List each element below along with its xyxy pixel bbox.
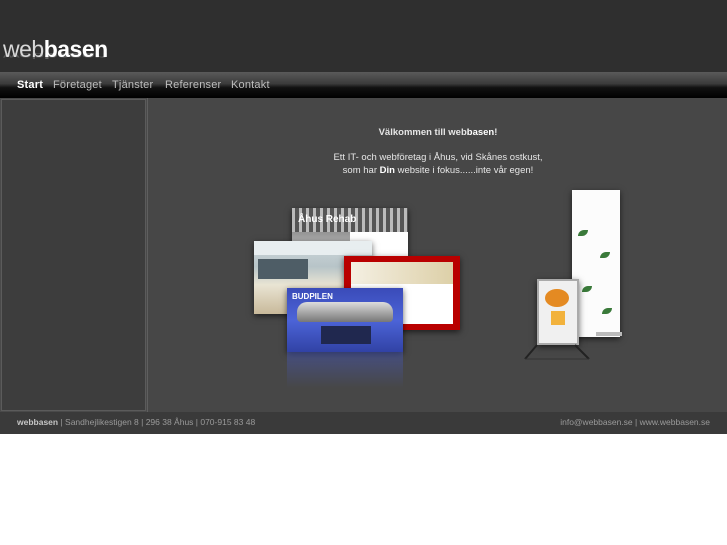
welcome-din: Din xyxy=(379,165,395,176)
screenshot-title-budpilen: BUDPILEN xyxy=(292,292,333,301)
rollup-banner xyxy=(572,190,620,337)
site-header: webbasen webbasen xyxy=(0,0,727,72)
screenshot-reflection xyxy=(287,352,403,388)
main-navigation: Start Företaget Tjänster Referenser Kont… xyxy=(0,72,727,98)
nav-item-tjanster[interactable]: Tjänster xyxy=(112,79,153,91)
screenshot-title-rehab: Åhus Rehab xyxy=(298,214,357,225)
site-footer: webbasen | Sandhejlikestigen 8 | 296 38 … xyxy=(0,412,727,434)
footer-contact: info@webbasen.se | www.webbasen.se xyxy=(560,417,710,427)
content-area: Välkommen till webbasen! Ett IT- och web… xyxy=(147,98,727,412)
banner-base xyxy=(596,332,622,336)
leaf-decoration xyxy=(602,308,612,314)
sign-stand xyxy=(537,279,579,345)
welcome-brand: basen xyxy=(466,127,495,138)
leaf-decoration xyxy=(600,252,610,258)
leaf-decoration xyxy=(582,286,592,292)
main-area: Välkommen till webbasen! Ett IT- och web… xyxy=(0,98,727,412)
footer-email-link[interactable]: info@webbasen.se xyxy=(560,417,632,427)
site-logo[interactable]: webbasen webbasen xyxy=(3,34,133,74)
stand-legs xyxy=(524,344,590,360)
nav-item-referenser[interactable]: Referenser xyxy=(165,79,221,91)
footer-website-link[interactable]: www.webbasen.se xyxy=(640,417,710,427)
logo-reflection: webbasen xyxy=(3,51,108,61)
footer-company: webbasen xyxy=(17,417,59,427)
nav-item-start[interactable]: Start xyxy=(17,79,43,91)
website-screenshot-budpilen: BUDPILEN xyxy=(287,288,403,352)
leaf-decoration xyxy=(578,230,588,236)
sidebar xyxy=(1,99,146,411)
footer-address: webbasen | Sandhejlikestigen 8 | 296 38 … xyxy=(17,417,256,427)
nav-item-kontakt[interactable]: Kontakt xyxy=(231,79,270,91)
welcome-line-2: som har Din website i fokus......inte vå… xyxy=(342,165,534,176)
welcome-title: Välkommen till webbasen! xyxy=(378,127,498,138)
welcome-line-1: Ett IT- och webföretag i Åhus, vid Skåne… xyxy=(333,152,543,163)
nav-item-foretaget[interactable]: Företaget xyxy=(53,79,102,91)
